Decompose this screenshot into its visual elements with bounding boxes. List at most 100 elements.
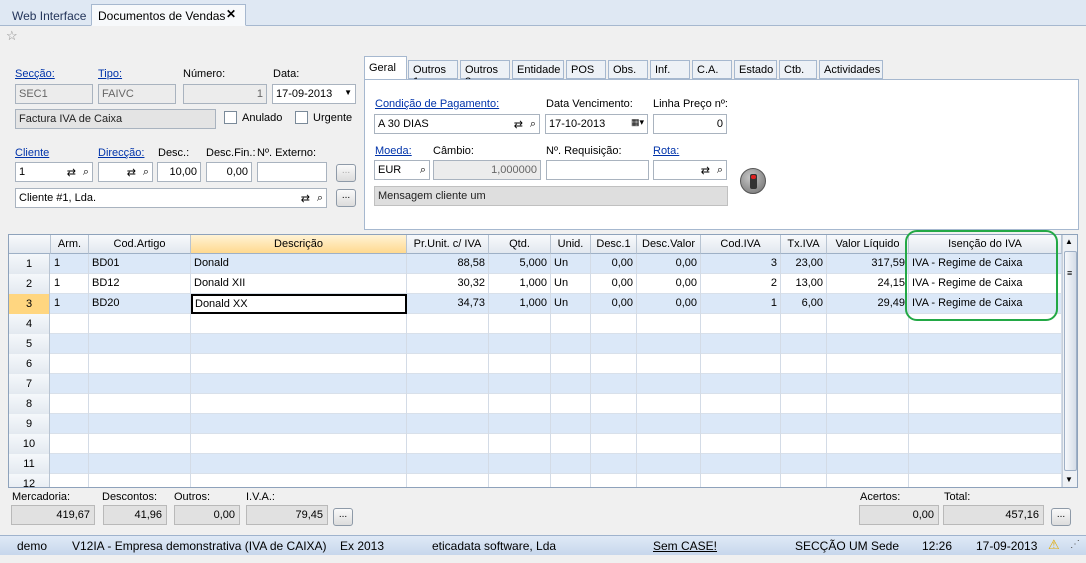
col-header-descricao[interactable]: Descrição — [191, 235, 407, 254]
lookup-arrows-icon[interactable]: ⇄ — [301, 192, 310, 205]
cliente-more-button[interactable]: ... — [336, 189, 356, 207]
cell-qtd[interactable] — [489, 314, 551, 334]
cell-cod-iva[interactable] — [701, 414, 781, 434]
search-icon[interactable]: ⌕ — [420, 164, 426, 177]
cell-tx-iva[interactable] — [781, 394, 827, 414]
tab-estado[interactable]: Estado — [734, 60, 777, 79]
cell-valor-liquido[interactable] — [827, 354, 909, 374]
condicao-field[interactable]: A 30 DIAS ⇄ ⌕ — [374, 114, 540, 134]
numero-field[interactable]: 1 — [183, 84, 267, 104]
moeda-field[interactable]: EUR ⌕ — [374, 160, 430, 180]
cell-desc-valor[interactable] — [637, 314, 701, 334]
cell-arm[interactable]: 1 — [51, 274, 89, 294]
cell-unid[interactable] — [551, 374, 591, 394]
row-number[interactable]: 1 — [9, 254, 50, 274]
cell-preco[interactable] — [407, 434, 489, 454]
col-header-tx-iva[interactable]: Tx.IVA — [781, 235, 827, 254]
cell-preco[interactable] — [407, 474, 489, 487]
tab-ctb[interactable]: Ctb. — [779, 60, 817, 79]
table-row[interactable]: 7 — [9, 374, 1062, 394]
table-row[interactable]: 4 — [9, 314, 1062, 334]
row-number[interactable]: 10 — [9, 434, 50, 454]
cell-qtd[interactable] — [489, 334, 551, 354]
col-header-preco[interactable]: Pr.Unit. c/ IVA — [407, 235, 489, 254]
table-row[interactable]: 11 — [9, 454, 1062, 474]
cell-descricao[interactable]: Donald XII — [191, 274, 407, 294]
cell-desc-valor[interactable] — [637, 334, 701, 354]
total-more-button[interactable]: ... — [1051, 508, 1071, 526]
cell-desc1[interactable]: 0,00 — [591, 254, 637, 274]
cell-qtd[interactable] — [489, 414, 551, 434]
cell-desc-valor[interactable] — [637, 434, 701, 454]
cell-preco[interactable]: 88,58 — [407, 254, 489, 274]
cliente-label[interactable]: Cliente — [15, 147, 49, 159]
col-header-arm[interactable]: Arm. — [51, 235, 89, 254]
descfin-field[interactable]: 0,00 — [206, 162, 252, 182]
cell-cod-iva[interactable]: 3 — [701, 254, 781, 274]
cell-isencao-iva[interactable] — [909, 454, 1062, 474]
cell-unid[interactable] — [551, 314, 591, 334]
scrollbar-thumb[interactable]: ≡ — [1064, 251, 1077, 471]
cell-tx-iva[interactable] — [781, 454, 827, 474]
cell-unid[interactable]: Un — [551, 294, 591, 314]
cell-arm[interactable]: 1 — [51, 294, 89, 314]
cell-isencao-iva[interactable] — [909, 394, 1062, 414]
tab-obs[interactable]: Obs. — [608, 60, 648, 79]
row-number[interactable]: 11 — [9, 454, 50, 474]
linhapreco-field[interactable]: 0 — [653, 114, 727, 134]
cell-arm[interactable] — [51, 454, 89, 474]
cell-cod-artigo[interactable] — [89, 434, 191, 454]
cell-descricao[interactable] — [191, 434, 407, 454]
cell-cod-artigo[interactable] — [89, 474, 191, 487]
search-icon[interactable]: ⌕ — [83, 166, 89, 179]
cell-desc1[interactable] — [591, 334, 637, 354]
cell-preco[interactable] — [407, 334, 489, 354]
cell-isencao-iva[interactable] — [909, 334, 1062, 354]
cell-desc-valor[interactable] — [637, 414, 701, 434]
cell-cod-artigo[interactable] — [89, 354, 191, 374]
tab-pos[interactable]: POS — [566, 60, 606, 79]
cell-cod-iva[interactable] — [701, 314, 781, 334]
cell-isencao-iva[interactable] — [909, 354, 1062, 374]
vertical-scrollbar[interactable]: ▲ ≡ ▼ — [1062, 235, 1077, 487]
scroll-down-icon[interactable]: ▼ — [1065, 475, 1073, 484]
requisicao-field[interactable] — [546, 160, 649, 180]
tipo-label[interactable]: Tipo: — [98, 68, 122, 80]
cell-qtd[interactable] — [489, 434, 551, 454]
cell-preco[interactable] — [407, 374, 489, 394]
traffic-light-icon[interactable] — [740, 168, 766, 194]
cell-cod-artigo[interactable] — [89, 374, 191, 394]
urgente-checkbox[interactable] — [295, 111, 308, 124]
tab-actividades[interactable]: Actividades — [819, 60, 883, 79]
cell-valor-liquido[interactable] — [827, 434, 909, 454]
cell-unid[interactable]: Un — [551, 254, 591, 274]
row-number[interactable]: 5 — [9, 334, 50, 354]
moeda-label[interactable]: Moeda: — [375, 145, 412, 157]
cell-desc1[interactable]: 0,00 — [591, 294, 637, 314]
cell-isencao-iva[interactable] — [909, 374, 1062, 394]
cell-arm[interactable] — [51, 414, 89, 434]
cell-cod-artigo[interactable] — [89, 334, 191, 354]
lookup-arrows-icon[interactable]: ⇄ — [701, 164, 710, 177]
cell-qtd[interactable]: 5,000 — [489, 254, 551, 274]
col-header-cod-artigo[interactable]: Cod.Artigo — [89, 235, 191, 254]
nexterno-field[interactable] — [257, 162, 327, 182]
cell-valor-liquido[interactable] — [827, 474, 909, 487]
tab-inf[interactable]: Inf. — [650, 60, 690, 79]
search-icon[interactable]: ⌕ — [717, 164, 723, 177]
cell-tx-iva[interactable] — [781, 434, 827, 454]
cell-preco[interactable] — [407, 414, 489, 434]
cell-arm[interactable]: 1 — [51, 254, 89, 274]
data-field[interactable]: 17-09-2013 ▼ — [272, 84, 356, 104]
cell-desc-valor[interactable] — [637, 454, 701, 474]
cliente-field[interactable]: 1 ⇄ ⌕ — [15, 162, 93, 182]
status-case-link[interactable]: Sem CASE! — [653, 539, 717, 553]
row-number[interactable]: 4 — [9, 314, 50, 334]
cell-tx-iva[interactable] — [781, 314, 827, 334]
lookup-arrows-icon[interactable]: ⇄ — [67, 166, 76, 179]
cell-unid[interactable] — [551, 334, 591, 354]
table-row[interactable]: 12 — [9, 474, 1062, 487]
cell-descricao[interactable] — [191, 454, 407, 474]
cell-unid[interactable] — [551, 474, 591, 487]
cell-tx-iva[interactable] — [781, 374, 827, 394]
